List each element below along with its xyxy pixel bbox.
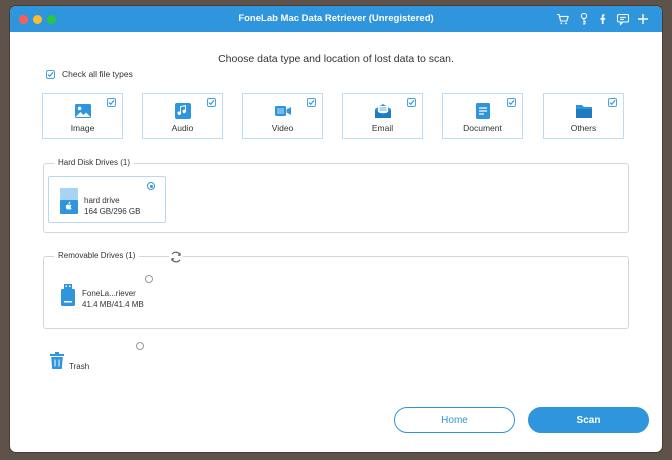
checkmark-icon [308,99,315,106]
file-type-video[interactable]: Video [242,93,323,139]
checkmark-icon [108,99,115,106]
file-type-label: Audio [171,123,194,133]
hard-drive-radio[interactable] [147,182,155,190]
cart-icon[interactable] [556,12,570,26]
checkmark-icon [208,99,215,106]
file-type-label: Video [271,123,294,133]
title-bar: FoneLab Mac Data Retriever (Unregistered… [10,6,662,32]
file-type-email[interactable]: Email [342,93,423,139]
video-checkbox[interactable] [307,98,316,107]
checkmark-icon [609,99,616,106]
hard-drive-size: 164 GB/296 GB [84,207,141,216]
check-all-checkbox[interactable] [46,69,55,79]
file-type-audio[interactable]: Audio [142,93,223,139]
facebook-icon[interactable] [596,12,610,26]
usb-drive-icon [61,284,75,306]
hard-drive-name: hard drive [84,196,120,205]
file-type-label: Email [371,123,394,133]
removable-drive-radio[interactable] [145,275,153,283]
refresh-icon[interactable] [169,250,183,264]
file-type-document[interactable]: Document [442,93,523,139]
hard-disk-drives-section: Hard Disk Drives (1) hard drive 164 GB/2… [43,158,629,233]
removable-drive-option[interactable]: FoneLa...riever 41.4 MB/41.4 MB [44,257,164,317]
trash-radio[interactable] [136,342,144,350]
trash-icon [50,352,64,369]
removable-drives-section: Removable Drives (1) FoneLa...riever 41.… [43,250,629,329]
document-icon [475,103,490,119]
file-type-label: Others [570,123,597,133]
audio-checkbox[interactable] [207,98,216,107]
image-checkbox[interactable] [107,98,116,107]
file-type-label: Image [70,123,95,133]
checkmark-icon [508,99,515,106]
email-icon [374,104,391,118]
file-type-label: Document [463,123,502,133]
audio-icon [174,103,191,119]
video-icon [274,106,291,116]
check-all-label: Check all file types [62,69,133,79]
removable-drive-size: 41.4 MB/41.4 MB [82,300,144,309]
check-all-file-types[interactable]: Check all file types [46,68,133,80]
document-checkbox[interactable] [507,98,516,107]
file-type-image[interactable]: Image [42,93,123,139]
others-checkbox[interactable] [608,98,617,107]
plus-icon[interactable] [636,12,650,26]
chat-icon[interactable] [616,12,630,26]
email-checkbox[interactable] [407,98,416,107]
key-icon[interactable] [577,12,591,26]
page-heading: Choose data type and location of lost da… [218,53,454,65]
home-button[interactable]: Home [394,407,515,433]
removable-drive-name: FoneLa...riever [82,289,136,298]
app-window: FoneLab Mac Data Retriever (Unregistered… [10,6,662,452]
folder-icon [575,105,592,118]
file-type-others[interactable]: Others [543,93,624,139]
scan-button[interactable]: Scan [528,407,649,433]
hard-disk-drives-title: Hard Disk Drives (1) [54,158,135,167]
trash-option[interactable]: Trash [48,340,148,374]
hard-drive-option[interactable]: hard drive 164 GB/296 GB [48,176,166,223]
checkmark-icon [47,71,54,77]
trash-label: Trash [69,362,90,371]
checkmark-icon [408,99,415,106]
image-icon [74,104,91,118]
hard-drive-icon [60,188,78,214]
